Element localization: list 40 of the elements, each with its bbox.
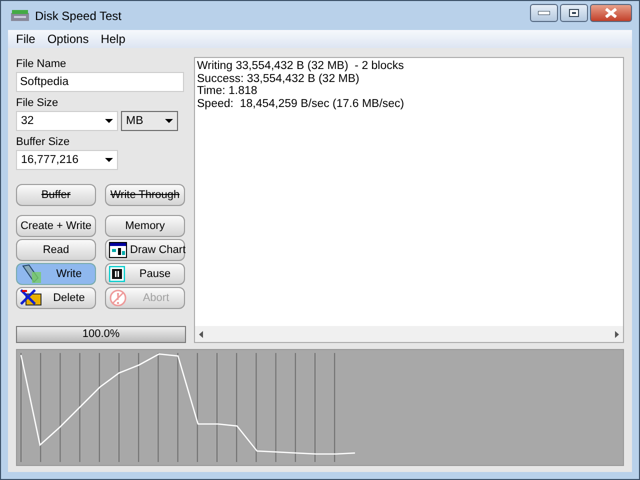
chart-window-icon — [109, 242, 127, 258]
file-size-combo[interactable]: 32 — [16, 111, 118, 131]
pause-icon — [109, 266, 125, 282]
action-button[interactable]: Create + Write — [16, 215, 96, 237]
drive-icon — [11, 10, 29, 22]
delete-icon — [20, 289, 42, 307]
log-line: Time: 1.818 — [197, 85, 258, 98]
menu-item[interactable]: File — [10, 32, 42, 46]
maximize-icon — [569, 8, 579, 16]
action-button[interactable]: Read — [16, 239, 96, 261]
log-line: Speed: 18,454,259 B/sec (17.6 MB/sec) — [197, 98, 406, 110]
log-line: Writing 33,554,432 B (32 MB) - 2 blocks — [197, 60, 405, 72]
window-title: Disk Speed Test — [35, 8, 122, 22]
pen-icon — [20, 264, 42, 284]
horizontal-scrollbar[interactable] — [195, 326, 623, 342]
no-sign-icon — [109, 289, 127, 307]
file-name-field[interactable]: Softpedia — [16, 72, 184, 92]
action-button[interactable]: Memory — [105, 215, 185, 237]
action-button[interactable]: Delete — [16, 287, 96, 309]
unit-combo[interactable]: MB — [121, 111, 178, 131]
scroll-left-icon[interactable] — [199, 330, 203, 338]
close-button[interactable] — [590, 4, 632, 22]
progress-bar: 100.0% — [16, 326, 186, 343]
minimize-icon — [538, 10, 550, 14]
toggle-button[interactable]: Write Through — [105, 184, 185, 206]
field-label: Buffer Size — [16, 135, 71, 149]
maximize-button[interactable] — [560, 4, 588, 22]
scroll-right-icon[interactable] — [615, 330, 619, 338]
minimize-button[interactable] — [530, 4, 558, 22]
log-line: Success: 33,554,432 B (32 MB) — [197, 72, 360, 85]
field-label: File Name — [16, 57, 68, 71]
menu-item[interactable]: Options — [41, 32, 95, 46]
buffer-size-combo[interactable]: 16,777,216 — [16, 150, 118, 170]
action-button[interactable]: Pause — [105, 263, 185, 285]
menu-item[interactable]: Help — [94, 32, 132, 46]
action-button[interactable]: Write — [16, 263, 96, 285]
action-button[interactable]: Draw Chart — [105, 239, 185, 261]
toggle-button[interactable]: Buffer — [16, 184, 96, 206]
close-icon — [604, 8, 618, 18]
field-label: File Size — [16, 96, 60, 110]
